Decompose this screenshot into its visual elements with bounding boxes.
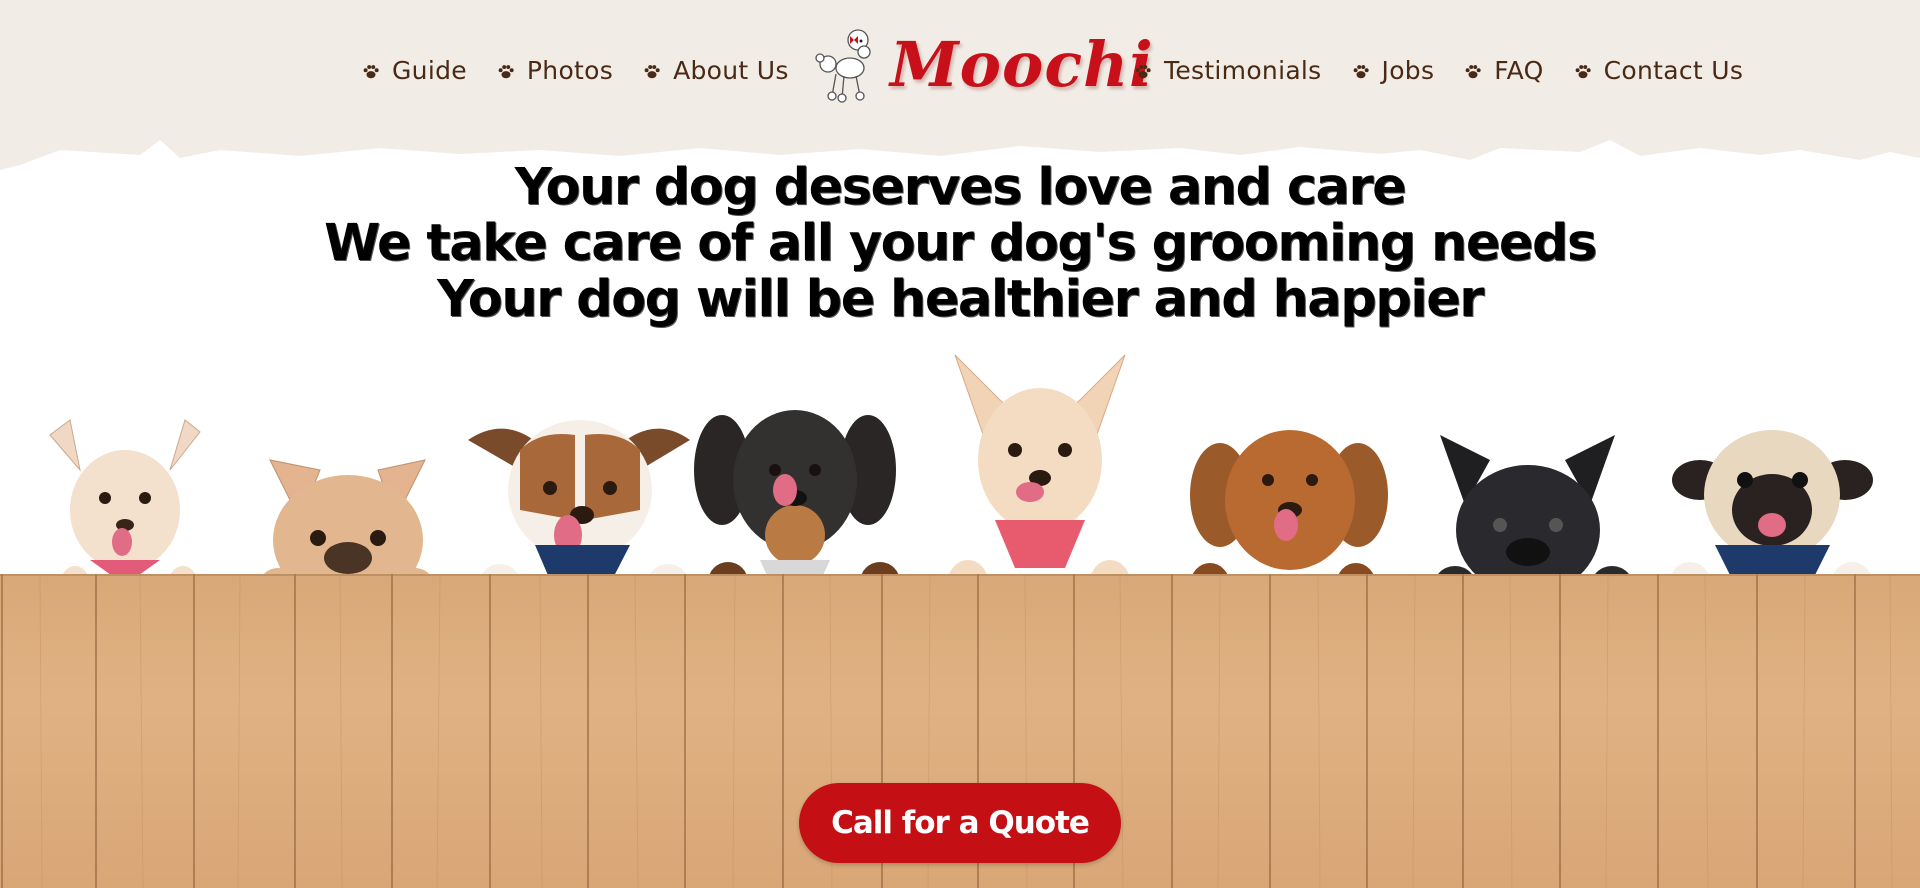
nav-item-label: Jobs [1381, 55, 1435, 85]
nav-item-label: Photos [526, 55, 614, 85]
nav-item-contact-us[interactable]: Contact Us [1574, 56, 1744, 85]
site-header: Guide Photos About Us Moochi Testimonial… [0, 0, 1920, 175]
nav-item-guide[interactable]: Guide [362, 56, 467, 85]
paw-icon [1575, 65, 1591, 79]
paw-icon [644, 65, 660, 79]
nav-item-label: About Us [673, 55, 789, 85]
nav-left: Guide Photos About Us [362, 0, 789, 140]
call-for-quote-button[interactable]: Call for a Quote [799, 783, 1121, 863]
brand-name: Moochi [890, 27, 1154, 101]
paw-icon [1135, 65, 1151, 79]
nav-item-faq[interactable]: FAQ [1464, 56, 1543, 85]
paw-icon [1353, 65, 1369, 79]
brand-logo[interactable]: Moochi [814, 24, 1154, 104]
nav-item-label: Testimonials [1164, 55, 1322, 85]
nav-item-photos[interactable]: Photos [497, 56, 613, 85]
nav-right: Testimonials Jobs FAQ Contact Us [1134, 0, 1743, 140]
hero-line-1: Your dog deserves love and care [514, 158, 1407, 217]
dog-chihuahua-cream [948, 354, 1130, 604]
poodle-icon [815, 29, 871, 103]
paw-icon [498, 65, 514, 79]
hero-line-2: We take care of all your dog's grooming … [324, 214, 1597, 273]
hero-headline: Your dog deserves love and care We take … [0, 160, 1920, 328]
nav-item-testimonials[interactable]: Testimonials [1134, 56, 1322, 85]
nav-item-jobs[interactable]: Jobs [1352, 56, 1435, 85]
nav-item-label: Contact Us [1603, 55, 1744, 85]
nav-item-label: FAQ [1494, 55, 1544, 85]
paw-icon [1465, 65, 1481, 79]
dog-chihuahua-small [49, 419, 201, 598]
nav-item-label: Guide [392, 55, 467, 85]
paw-icon [363, 65, 379, 79]
nav-item-about-us[interactable]: About Us [643, 56, 789, 85]
dog-jack-russell [468, 420, 690, 600]
